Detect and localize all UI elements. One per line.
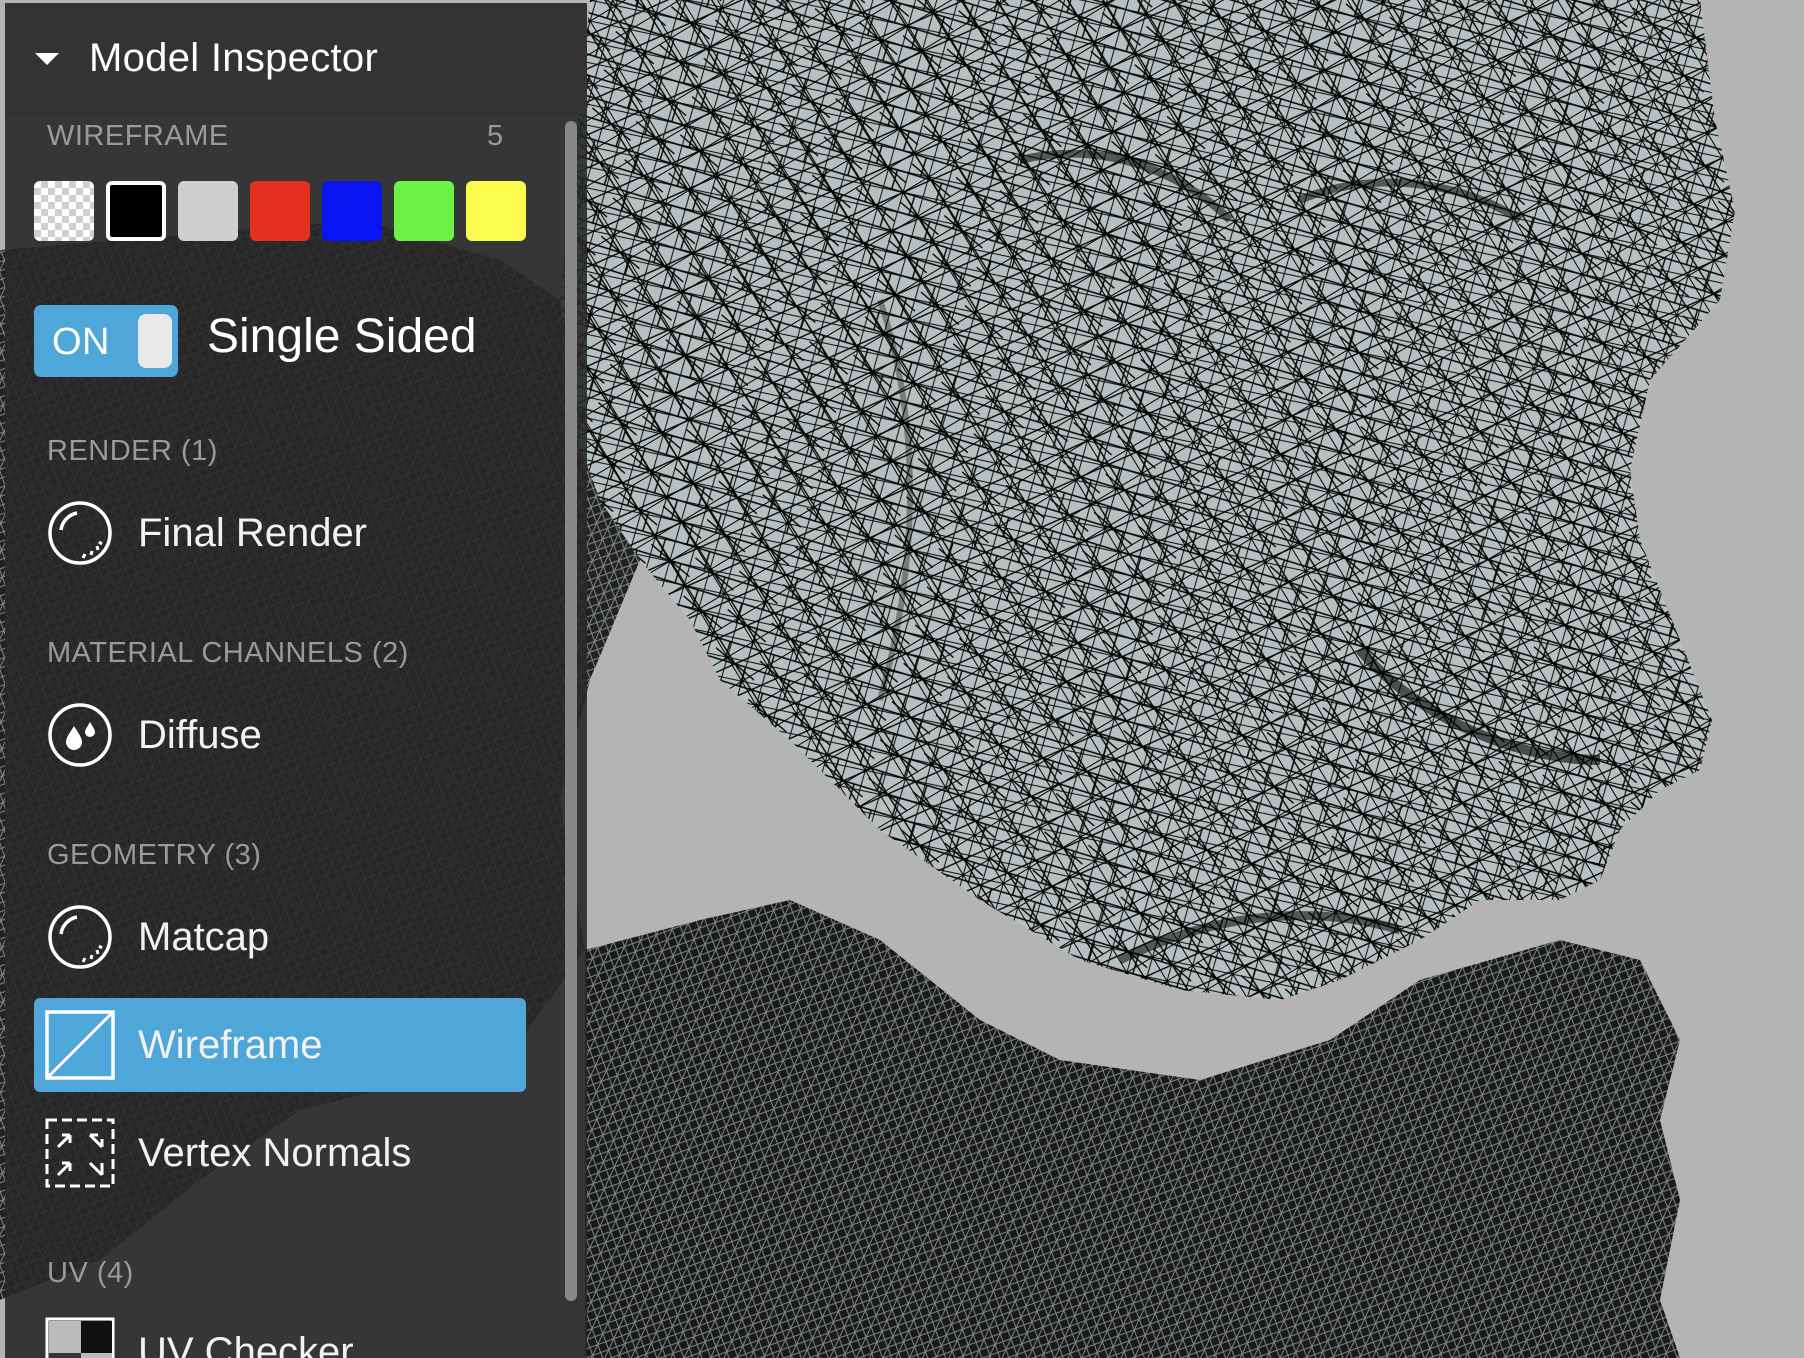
geometry-section-label: GEOMETRY (3) [47,839,262,871]
uv-section-label: UV (4) [47,1257,134,1289]
diffuse-item[interactable]: Diffuse [34,688,526,782]
matcap-item[interactable]: Matcap [34,890,526,984]
matcap-label: Matcap [138,914,270,959]
model-inspector-panel: Model Inspector WIREFRAME 5 ON Single Si… [5,3,587,1358]
material-section-label: MATERIAL CHANNELS (2) [47,637,409,669]
color-swatch-yellow[interactable] [466,181,526,241]
color-swatch-light-gray[interactable] [178,181,238,241]
matcap-sphere-icon [44,497,116,569]
checker-icon [44,1316,116,1358]
toggle-knob [138,314,172,368]
toggle-state-text: ON [52,321,110,363]
wireframe-label: Wireframe [138,1022,323,1067]
color-swatch-black[interactable] [106,181,166,241]
color-swatch-transparent[interactable] [34,181,94,241]
wireframe-section-label: WIREFRAME [47,120,229,152]
vertex-normals-icon [44,1117,116,1189]
single-sided-label: Single Sided [207,310,477,363]
vertex-normals-item[interactable]: Vertex Normals [34,1106,526,1200]
droplets-icon [44,699,116,771]
single-sided-toggle[interactable]: ON [34,305,178,377]
vertex-normals-label: Vertex Normals [138,1130,412,1175]
wireframe-icon [44,1009,116,1081]
panel-title: Model Inspector [89,36,379,80]
diffuse-label: Diffuse [138,712,262,757]
final-render-label: Final Render [138,510,368,555]
panel-header[interactable]: Model Inspector [5,3,587,114]
color-swatch-green[interactable] [394,181,454,241]
wireframe-count: 5 [487,120,504,152]
panel-scrollbar[interactable] [565,121,577,1301]
final-render-item[interactable]: Final Render [34,486,526,580]
color-swatch-red[interactable] [250,181,310,241]
matcap-sphere-icon [44,901,116,973]
wireframe-item[interactable]: Wireframe [34,998,526,1092]
collapse-caret-icon[interactable] [35,52,59,65]
color-swatch-blue[interactable] [322,181,382,241]
uv-checker-item[interactable]: UV Checker [34,1305,526,1358]
render-section-label: RENDER (1) [47,435,218,467]
uv-checker-label: UV Checker [138,1329,354,1358]
